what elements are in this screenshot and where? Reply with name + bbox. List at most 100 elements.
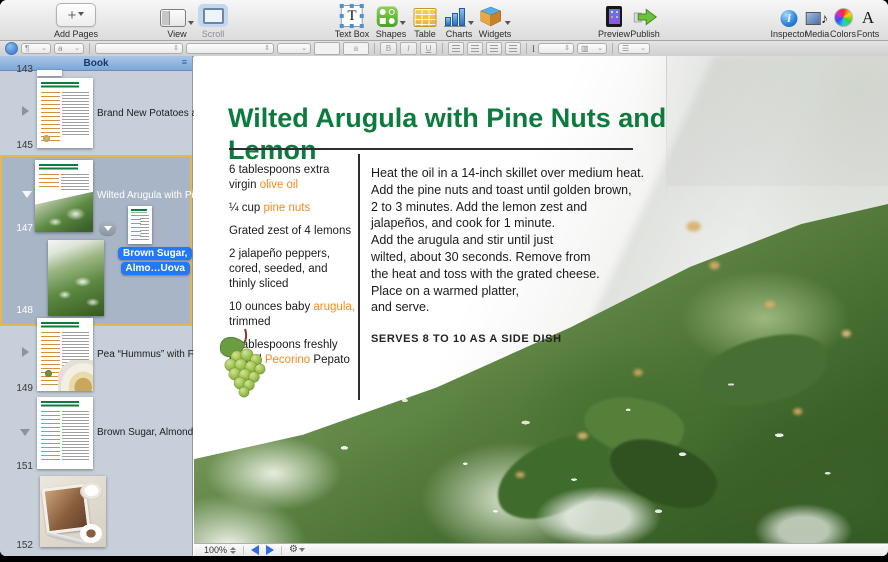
background-color-well[interactable]: a	[343, 42, 369, 55]
instruction-line: Add the pine nuts and toast until golden…	[371, 182, 644, 199]
colors-label: Colors	[830, 29, 856, 39]
thumb-title-lines	[41, 401, 79, 407]
thumb-ingredient-lines	[41, 411, 60, 463]
page-thumbnail-148[interactable]	[48, 240, 104, 316]
paragraph-style-dropdown[interactable]: ¶⌄	[21, 43, 51, 54]
instruction-line: wilted, about 30 seconds. Remove from	[371, 249, 644, 266]
text-color-well[interactable]	[314, 42, 340, 55]
thumb-title-lines	[41, 82, 79, 88]
add-pages-icon: +	[68, 7, 77, 24]
triangle-down-icon	[104, 226, 112, 231]
underline-button[interactable]: U	[420, 42, 437, 55]
format-bar: ¶⌄ a⌄ ⇕ ⇕ ⌄ a B I U I ⇕ ▥⌄ ☰⌄	[0, 41, 888, 57]
disclosure-triangle-151[interactable]	[20, 429, 30, 436]
column-divider-rule	[358, 154, 360, 400]
disclosure-triangle-145[interactable]	[22, 106, 29, 116]
main-toolbar: + Add Pages View Scroll T Text Box Shape…	[0, 0, 888, 41]
book-menu-icon[interactable]: ≡	[182, 57, 187, 67]
shapes-button[interactable]: Shapes	[376, 4, 407, 39]
drag-disclosure-button[interactable]	[99, 221, 116, 235]
scroll-label: Scroll	[202, 29, 225, 39]
inspector-button[interactable]: i Inspector	[770, 4, 807, 39]
view-button[interactable]: View	[160, 4, 194, 39]
ingredient-line: ¼ cup pine nuts	[229, 201, 357, 216]
fonts-icon: A	[862, 8, 874, 27]
instruction-line: Add the arugula and stir until just	[371, 232, 644, 249]
publish-arrow-icon	[633, 7, 657, 27]
instructions-text-box[interactable]: Heat the oil in a 14-inch skillet over m…	[371, 165, 644, 348]
bold-button[interactable]: B	[380, 42, 397, 55]
title-rule	[229, 148, 633, 150]
page-actions-button[interactable]: ⚙	[289, 545, 305, 555]
zoom-control[interactable]: 100%	[204, 545, 236, 555]
page-thumbnail-152[interactable]	[40, 476, 106, 547]
instruction-line: the heat and toss with the grated cheese…	[371, 266, 644, 283]
character-style-dropdown[interactable]: a⌄	[54, 43, 84, 54]
font-size-dropdown[interactable]: ⌄	[277, 43, 311, 54]
scroll-button[interactable]: Scroll	[198, 4, 228, 39]
page-thumbnail-149[interactable]	[37, 318, 93, 391]
shapes-label: Shapes	[376, 29, 407, 39]
instruction-line: jalapeños, and cook for 1 minute.	[371, 215, 644, 232]
align-center-button[interactable]	[467, 42, 483, 55]
inspector-icon: i	[781, 10, 798, 27]
charts-icon	[444, 9, 466, 27]
media-button[interactable]: ♪ Media	[805, 4, 830, 39]
instruction-line: 2 to 3 minutes. Add the lemon zest and	[371, 199, 644, 216]
next-page-button[interactable]	[266, 545, 274, 555]
page-thumbnail-145[interactable]	[37, 78, 93, 148]
charts-button[interactable]: Charts	[444, 4, 474, 39]
align-justify-button[interactable]	[505, 42, 521, 55]
list-style-dropdown[interactable]: ☰⌄	[618, 43, 650, 54]
inspector-label: Inspector	[770, 29, 807, 39]
preview-tablet-icon	[606, 6, 622, 27]
view-label: View	[167, 29, 186, 39]
thumb-text-lines	[140, 215, 149, 242]
zoom-stepper-icon[interactable]	[230, 547, 236, 554]
ingredient-line: 2 jalapeño peppers, cored, seeded, and t…	[229, 247, 357, 292]
table-button[interactable]: Table	[414, 4, 437, 39]
thumb-ingredient-lines	[39, 174, 59, 190]
thumb-title-lines	[39, 164, 78, 170]
thumb-title-lines	[131, 209, 147, 213]
drag-ghost-thumbnail[interactable]	[128, 206, 152, 244]
disclosure-triangle-147[interactable]	[22, 191, 32, 198]
disclosure-triangle-149[interactable]	[22, 347, 29, 357]
ingredient-line: 6 tablespoons extra virgin olive oil	[229, 163, 357, 193]
table-icon	[414, 8, 437, 27]
line-spacing-icon: I	[532, 44, 535, 54]
recipe-title[interactable]: Wilted Arugula with Pine Nuts and Lemon	[228, 102, 680, 166]
align-left-button[interactable]	[448, 42, 464, 55]
styles-drawer-button[interactable]	[5, 42, 18, 55]
colors-button[interactable]: Colors	[830, 4, 856, 39]
page-thumbnail-147[interactable]	[35, 160, 93, 232]
previous-page-button[interactable]	[251, 545, 259, 555]
columns-dropdown[interactable]: ▥⌄	[577, 43, 607, 54]
typeface-dropdown[interactable]: ⇕	[186, 43, 274, 54]
font-family-dropdown[interactable]: ⇕	[95, 43, 183, 54]
scroll-icon	[203, 8, 224, 24]
drag-label[interactable]: Brown Sugar, Almo…Uova	[118, 247, 192, 277]
add-pages-button[interactable]: + Add Pages	[54, 4, 98, 39]
fonts-button[interactable]: A Fonts	[857, 4, 880, 39]
page-thumbnail-151[interactable]	[37, 397, 93, 469]
color-wheel-icon	[833, 8, 852, 27]
widgets-cube-icon	[479, 6, 502, 27]
page-thumbnail-143[interactable]	[37, 70, 62, 76]
serves-line: SERVES 8 TO 10 AS A SIDE DISH	[371, 331, 644, 348]
line-spacing-dropdown[interactable]: ⇕	[538, 43, 574, 54]
align-right-button[interactable]	[486, 42, 502, 55]
status-separator	[281, 546, 282, 555]
book-header-label: Book	[84, 58, 109, 69]
page-number-152: 152	[5, 540, 33, 551]
view-panel-icon	[160, 9, 186, 27]
italic-button[interactable]: I	[400, 42, 417, 55]
preview-button[interactable]: Preview	[598, 4, 630, 39]
page-edge-shade	[667, 56, 888, 186]
text-box-button[interactable]: T Text Box	[335, 4, 370, 39]
fonts-label: Fonts	[857, 29, 880, 39]
page-canvas[interactable]: Wilted Arugula with Pine Nuts and Lemon …	[194, 56, 888, 543]
publish-button[interactable]: Publish	[630, 4, 660, 39]
widgets-button[interactable]: Widgets	[479, 4, 512, 39]
instruction-line: and serve.	[371, 299, 644, 316]
